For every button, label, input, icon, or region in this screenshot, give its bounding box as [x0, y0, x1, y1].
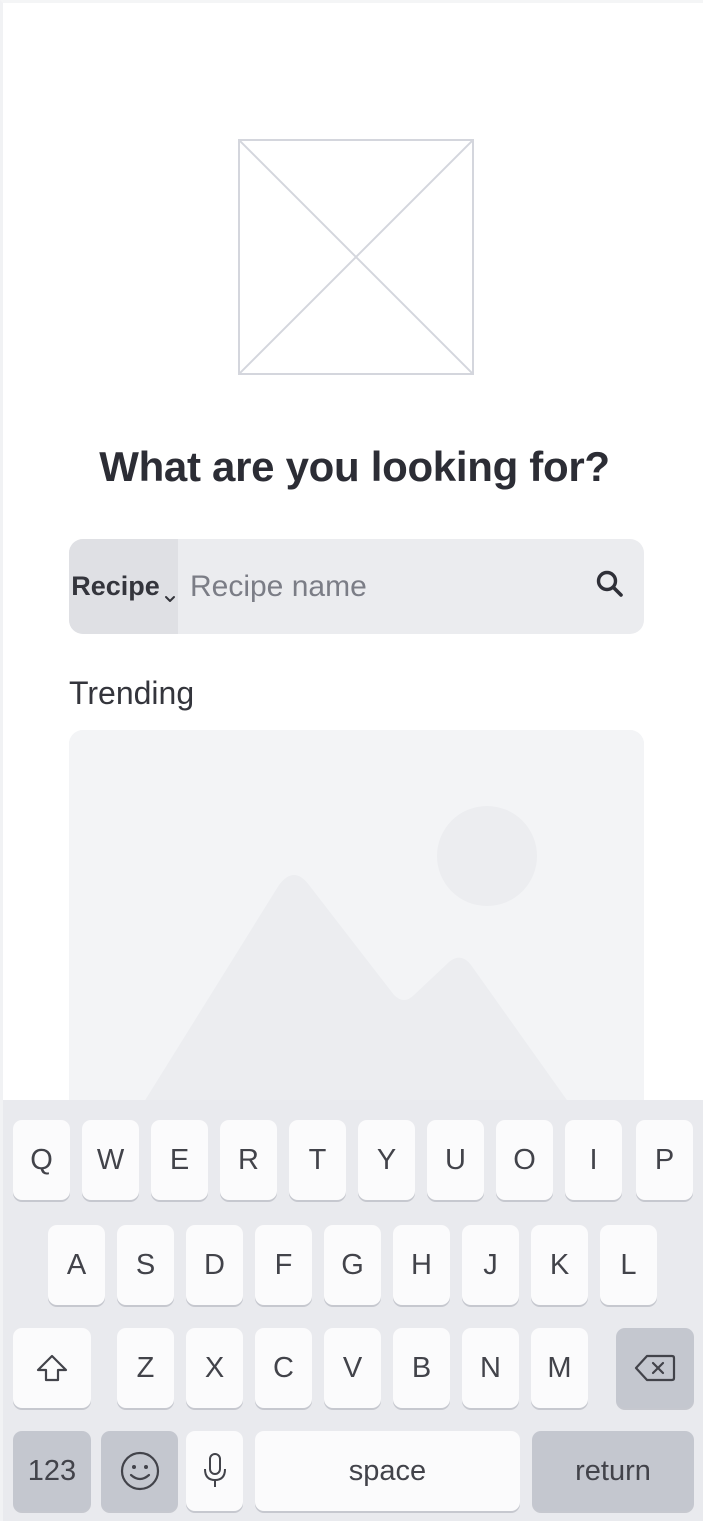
chevron-down-icon [164, 581, 176, 602]
search-button[interactable] [576, 539, 644, 634]
key-o[interactable]: O [496, 1120, 553, 1200]
search-scope-dropdown[interactable]: Recipe [69, 539, 178, 634]
key-n[interactable]: N [462, 1328, 519, 1408]
key-e[interactable]: E [151, 1120, 208, 1200]
emoji-key[interactable] [101, 1431, 178, 1511]
page-title: What are you looking for? [99, 443, 610, 490]
key-v[interactable]: V [324, 1328, 381, 1408]
key-g[interactable]: G [324, 1225, 381, 1305]
trending-card[interactable] [69, 730, 644, 1150]
backspace-icon [634, 1353, 676, 1383]
key-h[interactable]: H [393, 1225, 450, 1305]
key-f[interactable]: F [255, 1225, 312, 1305]
key-j[interactable]: J [462, 1225, 519, 1305]
key-m[interactable]: M [531, 1328, 588, 1408]
key-p[interactable]: P [636, 1120, 693, 1200]
image-placeholder-icon [69, 730, 644, 1150]
space-key[interactable]: space [255, 1431, 520, 1511]
search-icon [595, 569, 625, 604]
key-w[interactable]: W [82, 1120, 139, 1200]
onscreen-keyboard: Q W E R T Y U O I P A S D F G H J K L Z … [3, 1100, 703, 1521]
search-input[interactable] [177, 539, 576, 634]
key-i[interactable]: I [565, 1120, 622, 1200]
key-r[interactable]: R [220, 1120, 277, 1200]
key-a[interactable]: A [48, 1225, 105, 1305]
backspace-key[interactable] [616, 1328, 694, 1408]
key-x[interactable]: X [186, 1328, 243, 1408]
key-d[interactable]: D [186, 1225, 243, 1305]
trending-label: Trending [69, 675, 195, 711]
key-u[interactable]: U [427, 1120, 484, 1200]
shift-icon [35, 1353, 69, 1383]
key-z[interactable]: Z [117, 1328, 174, 1408]
key-s[interactable]: S [117, 1225, 174, 1305]
key-c[interactable]: C [255, 1328, 312, 1408]
search-scope-label: Recipe [71, 571, 160, 601]
key-b[interactable]: B [393, 1328, 450, 1408]
shift-key[interactable] [13, 1328, 91, 1408]
microphone-icon [202, 1452, 228, 1490]
key-t[interactable]: T [289, 1120, 346, 1200]
search-bar: Recipe [69, 539, 644, 634]
microphone-key[interactable] [186, 1431, 243, 1511]
key-y[interactable]: Y [358, 1120, 415, 1200]
logo-placeholder-icon [238, 139, 474, 375]
emoji-icon [119, 1450, 161, 1492]
numbers-key[interactable]: 123 [13, 1431, 91, 1511]
key-k[interactable]: K [531, 1225, 588, 1305]
return-key[interactable]: return [532, 1431, 694, 1511]
key-q[interactable]: Q [13, 1120, 70, 1200]
key-l[interactable]: L [600, 1225, 657, 1305]
